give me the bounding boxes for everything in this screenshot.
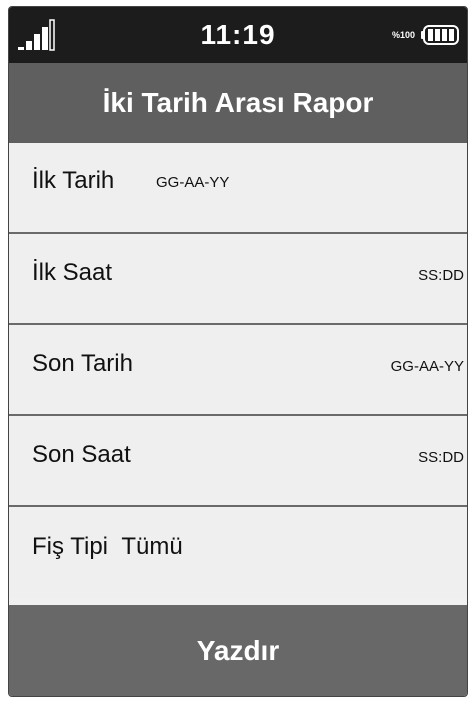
status-bar: 11:19 %100: [9, 7, 467, 63]
start-time-label: İlk Saat: [32, 259, 113, 286]
receipt-type-value: Tümü: [121, 533, 183, 560]
start-date-field[interactable]: İlk Tarih GG-AA-YY: [9, 143, 467, 234]
end-time-field[interactable]: Son Saat SS:DD: [9, 416, 467, 507]
start-date-label: İlk Tarih: [32, 167, 115, 194]
receipt-type-text: Fiş Tipi Tümü: [32, 533, 183, 561]
start-date-hint: GG-AA-YY: [156, 174, 230, 191]
battery-percent: %100: [391, 30, 415, 40]
end-date-hint: GG-AA-YY: [390, 358, 464, 375]
end-time-label: Son Saat: [32, 441, 131, 468]
print-button-label: Yazdır: [196, 635, 280, 666]
battery-full-icon: [421, 25, 459, 45]
phone-screen: 11:19 %100 İki Tarih Arası Rapor İlk Tar…: [8, 6, 468, 697]
end-time-hint: SS:DD: [418, 449, 464, 466]
end-date-label: Son Tarih: [32, 350, 133, 377]
page-title: İki Tarih Arası Rapor: [102, 87, 374, 118]
receipt-type-label: Fiş Tipi: [32, 533, 109, 560]
end-date-field[interactable]: Son Tarih GG-AA-YY: [9, 325, 467, 416]
start-time-field[interactable]: İlk Saat SS:DD: [9, 234, 467, 325]
receipt-type-field[interactable]: Fiş Tipi Tümü: [9, 507, 467, 598]
title-bar: İki Tarih Arası Rapor: [9, 63, 467, 143]
print-button[interactable]: Yazdır: [9, 605, 467, 696]
report-form: İlk Tarih GG-AA-YY İlk Saat SS:DD Son Ta…: [9, 143, 467, 598]
battery-indicator: %100: [392, 24, 459, 46]
start-time-hint: SS:DD: [418, 267, 464, 284]
